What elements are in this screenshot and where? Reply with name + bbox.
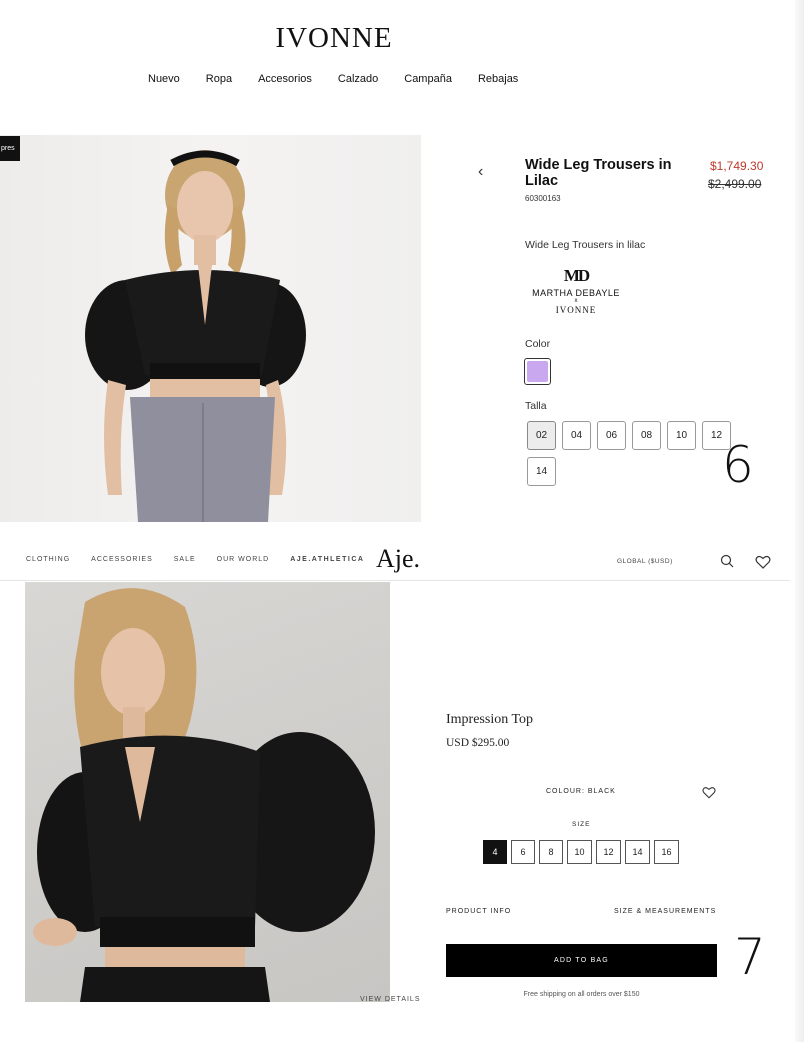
size-option-8[interactable]: 8 <box>539 840 563 864</box>
color-swatch-lilac[interactable] <box>524 358 551 385</box>
nav-item-rebajas[interactable]: Rebajas <box>478 73 518 85</box>
wishlist-heart-icon[interactable] <box>755 555 771 569</box>
color-label: Color <box>525 338 551 350</box>
size-label: Talla <box>525 400 547 412</box>
back-chevron-icon[interactable]: ‹ <box>478 163 483 181</box>
nav-item-accessories[interactable]: ACCESSORIES <box>91 556 153 563</box>
size-measurements-tab[interactable]: SIZE & MEASUREMENTS <box>614 908 716 915</box>
original-price: $2,499.00 <box>708 177 762 191</box>
handwritten-annotation-7: 7 <box>734 928 766 986</box>
add-to-bag-button[interactable]: ADD TO BAG <box>446 944 717 977</box>
nav-item-sale[interactable]: SALE <box>174 556 196 563</box>
add-to-wishlist-heart-icon[interactable] <box>702 786 716 799</box>
aje-product-photo[interactable] <box>25 582 390 1002</box>
ivonne-logo[interactable]: IVONNE <box>0 22 668 55</box>
size-option-4[interactable]: 4 <box>483 840 507 864</box>
product-sku: 60300163 <box>525 194 561 203</box>
size-option-10[interactable]: 10 <box>667 421 696 450</box>
shipping-note: Free shipping on all orders over $150 <box>523 991 640 998</box>
product-info-tab[interactable]: PRODUCT INFO <box>446 908 511 915</box>
screenshot-edge <box>795 0 804 1042</box>
view-details-link[interactable]: VIEW DETAILS <box>360 996 421 1003</box>
size-option-08[interactable]: 08 <box>632 421 661 450</box>
nav-item-calzado[interactable]: Calzado <box>338 73 378 85</box>
nav-item-aje-athletica[interactable]: AJE.ATHLETICA <box>290 556 364 563</box>
size-option-10[interactable]: 10 <box>567 840 592 864</box>
model-wearing-lilac-trousers <box>85 150 306 522</box>
color-swatch-fill <box>527 361 548 382</box>
size-option-16[interactable]: 16 <box>654 840 679 864</box>
nav-item-our-world[interactable]: OUR WORLD <box>217 556 270 563</box>
nav-item-campana[interactable]: Campaña <box>404 73 452 85</box>
collab-logo: MD MARTHA DEBAYLE x IVONNE <box>520 266 632 315</box>
size-option-6[interactable]: 6 <box>511 840 535 864</box>
ivonne-main-nav: Nuevo Ropa Accesorios Calzado Campaña Re… <box>148 73 544 85</box>
size-option-14[interactable]: 14 <box>527 457 556 486</box>
sale-price: $1,749.30 <box>710 159 764 173</box>
collab-x: x <box>574 298 578 304</box>
aje-main-nav: CLOTHING ACCESSORIES SALE OUR WORLD AJE.… <box>26 556 374 563</box>
nav-item-nuevo[interactable]: Nuevo <box>148 73 180 85</box>
size-options: 4 6 8 10 12 14 16 <box>483 840 679 864</box>
size-option-12[interactable]: 12 <box>596 840 621 864</box>
size-option-02[interactable]: 02 <box>527 421 556 450</box>
colour-label: COLOUR: BLACK <box>546 788 616 795</box>
aje-logo[interactable]: Aje. <box>376 544 420 574</box>
pres-badge: pres <box>0 136 20 161</box>
size-label: SIZE <box>572 821 591 828</box>
product-price: USD $295.00 <box>446 737 510 749</box>
collab-line-ivonne: IVONNE <box>555 305 597 315</box>
ivonne-product-photo[interactable] <box>0 135 421 522</box>
model-wearing-black-top <box>33 588 375 1002</box>
nav-item-ropa[interactable]: Ropa <box>206 73 232 85</box>
handwritten-annotation-6: 6 <box>722 436 754 494</box>
search-icon[interactable] <box>720 554 734 568</box>
size-options: 02 04 06 08 10 12 14 <box>527 421 737 486</box>
header-divider <box>0 580 790 581</box>
product-title: Wide Leg Trousers in Lilac <box>525 157 672 189</box>
collab-line-martha: MARTHA DEBAYLE <box>532 288 620 298</box>
product-title: Impression Top <box>446 712 534 727</box>
region-selector[interactable]: GLOBAL ($USD) <box>617 558 673 565</box>
size-option-04[interactable]: 04 <box>562 421 591 450</box>
size-option-06[interactable]: 06 <box>597 421 626 450</box>
nav-item-clothing[interactable]: CLOTHING <box>26 556 70 563</box>
md-monogram-logo: MD <box>563 266 590 285</box>
product-description: Wide Leg Trousers in lilac <box>525 239 646 251</box>
nav-item-accesorios[interactable]: Accesorios <box>258 73 312 85</box>
size-option-14[interactable]: 14 <box>625 840 650 864</box>
